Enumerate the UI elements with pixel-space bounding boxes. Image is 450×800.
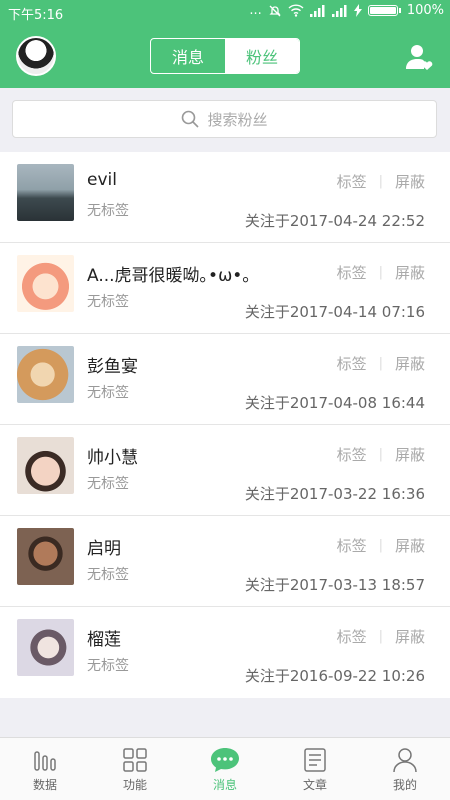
avatar[interactable] xyxy=(17,619,74,676)
block-button[interactable]: 屏蔽 xyxy=(395,353,425,374)
follow-time: 关注于2017-04-14 07:16 xyxy=(244,303,425,321)
follower-tag: 无标签 xyxy=(87,203,129,219)
wifi-icon xyxy=(288,4,304,17)
follow-time: 关注于2017-03-22 16:36 xyxy=(244,485,425,503)
follower-name: 彭鱼宴 xyxy=(87,357,138,377)
tag-button[interactable]: 标签 xyxy=(337,444,367,465)
bars-icon xyxy=(34,751,56,771)
status-time: 下午5:16 xyxy=(8,8,64,23)
signal-icon xyxy=(309,4,325,17)
search-area: 搜索粉丝 xyxy=(0,88,450,152)
block-button[interactable]: 屏蔽 xyxy=(395,535,425,556)
follow-time: 关注于2017-03-13 18:57 xyxy=(244,576,425,594)
follow-time: 关注于2016-09-22 10:26 xyxy=(244,667,425,685)
person-icon xyxy=(393,748,417,773)
article-icon xyxy=(304,748,326,772)
follower-list: evil 无标签 标签 | 屏蔽 关注于2017-04-24 22:52 A...虎… xyxy=(0,152,450,698)
grid-icon xyxy=(123,748,147,772)
avatar[interactable] xyxy=(17,346,74,403)
search-placeholder: 搜索粉丝 xyxy=(207,110,268,129)
tab-messages-bottom[interactable]: 消息 xyxy=(180,738,270,800)
follower-tag: 无标签 xyxy=(87,476,129,492)
follower-name: 榴莲 xyxy=(87,630,121,650)
follower-tag: 无标签 xyxy=(87,567,129,583)
tab-fans[interactable]: 粉丝 xyxy=(225,39,299,73)
follower-name: A...虎哥很暖呦｡•ω•｡ xyxy=(87,266,251,286)
tab-messages[interactable]: 消息 xyxy=(151,39,225,73)
tag-button[interactable]: 标签 xyxy=(337,262,367,283)
top-bar: 消息 粉丝 xyxy=(0,24,450,88)
follower-name: 启明 xyxy=(87,539,121,559)
avatar[interactable] xyxy=(17,255,74,312)
tag-button[interactable]: 标签 xyxy=(337,171,367,192)
battery-percent: 100% xyxy=(406,3,444,18)
tab-label: 文章 xyxy=(302,778,327,792)
tab-label: 功能 xyxy=(122,778,147,792)
tag-button[interactable]: 标签 xyxy=(337,353,367,374)
bottom-tab-bar: 数据 功能 消息 文章 我的 xyxy=(0,737,450,800)
list-item[interactable]: 彭鱼宴 无标签 标签 | 屏蔽 关注于2017-04-08 16:44 xyxy=(0,334,450,425)
tab-functions[interactable]: 功能 xyxy=(90,738,180,800)
signal-icon-2 xyxy=(331,4,347,17)
follower-tag: 无标签 xyxy=(87,385,129,401)
list-item[interactable]: evil 无标签 标签 | 屏蔽 关注于2017-04-24 22:52 xyxy=(0,152,450,243)
profile-avatar[interactable] xyxy=(16,36,56,76)
user-heart-icon[interactable] xyxy=(404,42,434,72)
block-button[interactable]: 屏蔽 xyxy=(395,262,425,283)
block-button[interactable]: 屏蔽 xyxy=(395,171,425,192)
tab-me[interactable]: 我的 xyxy=(360,738,450,800)
tab-label: 数据 xyxy=(32,778,57,792)
block-button[interactable]: 屏蔽 xyxy=(395,444,425,465)
follower-name: evil xyxy=(87,170,117,190)
tag-button[interactable]: 标签 xyxy=(337,626,367,647)
list-item[interactable]: 榴莲 无标签 标签 | 屏蔽 关注于2016-09-22 10:26 xyxy=(0,607,450,698)
tab-articles[interactable]: 文章 xyxy=(270,738,360,800)
list-item[interactable]: 启明 无标签 标签 | 屏蔽 关注于2017-03-13 18:57 xyxy=(0,516,450,607)
avatar[interactable] xyxy=(17,164,74,221)
segment-control: 消息 粉丝 xyxy=(150,38,300,74)
tab-data[interactable]: 数据 xyxy=(0,738,90,800)
search-input[interactable]: 搜索粉丝 xyxy=(12,100,437,138)
mute-icon xyxy=(269,5,281,16)
avatar[interactable] xyxy=(17,528,74,585)
battery-icon xyxy=(367,5,398,16)
avatar[interactable] xyxy=(17,437,74,494)
follower-name: 帅小慧 xyxy=(87,448,138,468)
follow-time: 关注于2017-04-24 22:52 xyxy=(244,212,425,230)
search-icon xyxy=(182,110,200,128)
follow-time: 关注于2017-04-08 16:44 xyxy=(244,394,425,412)
block-button[interactable]: 屏蔽 xyxy=(395,626,425,647)
tab-label: 消息 xyxy=(212,778,237,792)
chat-icon xyxy=(211,748,239,772)
list-item[interactable]: A...虎哥很暖呦｡•ω•｡ 无标签 标签 | 屏蔽 关注于2017-04-14 0… xyxy=(0,243,450,334)
status-dots: ... xyxy=(249,3,262,18)
status-bar: 下午5:16 ... 100% xyxy=(0,0,450,24)
follower-tag: 无标签 xyxy=(87,294,129,310)
tag-button[interactable]: 标签 xyxy=(337,535,367,556)
charging-icon xyxy=(353,4,362,17)
tab-label: 我的 xyxy=(392,778,417,792)
follower-tag: 无标签 xyxy=(87,658,129,674)
list-item[interactable]: 帅小慧 无标签 标签 | 屏蔽 关注于2017-03-22 16:36 xyxy=(0,425,450,516)
